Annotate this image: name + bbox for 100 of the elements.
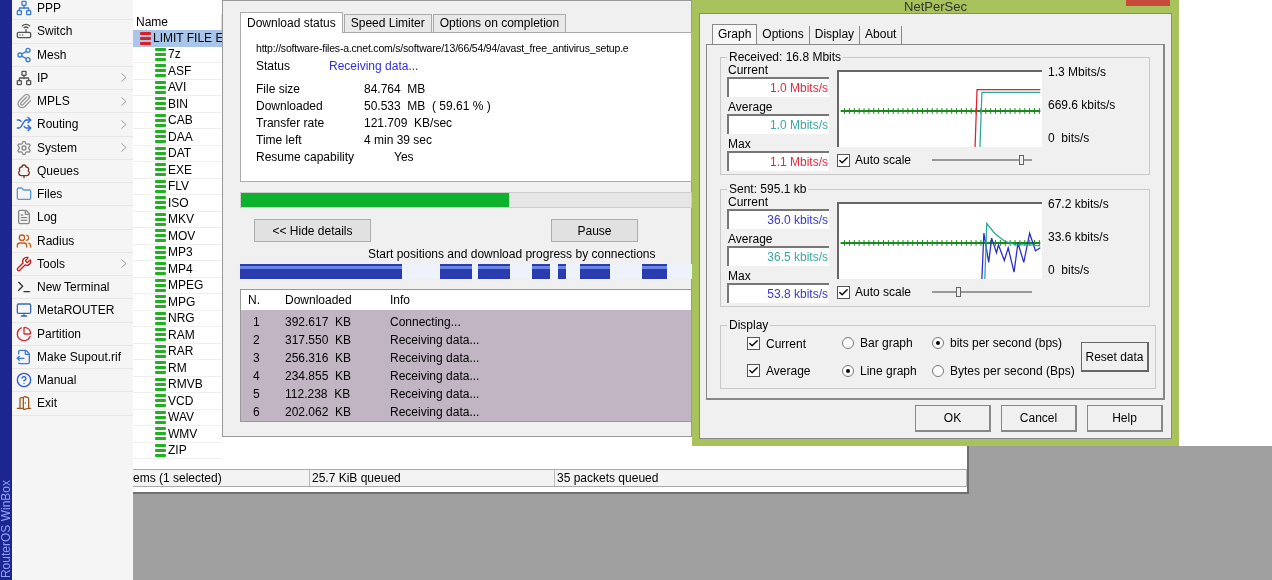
radio-label: Bytes per second (Bps) [950, 363, 1075, 380]
tree-row[interactable]: ZIP [133, 442, 222, 459]
checkbox[interactable] [837, 285, 850, 299]
field-value: Yes [393, 149, 414, 166]
monitor-icon [16, 302, 32, 319]
stat-label: Current [727, 196, 769, 209]
table-cell-text: Connecting... [389, 314, 461, 331]
tab[interactable]: Speed Limiter [343, 14, 432, 32]
menu-item[interactable]: MPLS [12, 90, 133, 114]
gear-icon [16, 139, 32, 156]
tree-row[interactable]: WAV [133, 409, 222, 426]
reset-data-button[interactable]: Reset data [1081, 342, 1149, 372]
radio-button[interactable] [842, 337, 854, 349]
checkbox[interactable] [747, 364, 760, 377]
stat-field: 36.0 kbits/s [727, 209, 829, 229]
tree-row[interactable]: FLV [133, 178, 222, 195]
tree-row[interactable]: ISO [133, 195, 222, 212]
tree-row[interactable]: 7z [133, 46, 222, 63]
tree-row[interactable]: ASF [133, 63, 222, 80]
tab[interactable]: Download status [240, 12, 343, 33]
field-label: Resume capability [256, 149, 356, 166]
tree-row[interactable]: DAT [133, 145, 222, 162]
shuffle-icon [16, 116, 32, 133]
tree-row[interactable]: EXE [133, 162, 222, 179]
tree-row[interactable]: MOV [133, 228, 222, 245]
group-title: Display [728, 319, 770, 332]
checkbox-label: Current [766, 335, 806, 353]
checkbox[interactable] [837, 153, 850, 167]
tree-row[interactable]: MPG [133, 294, 222, 311]
tab[interactable]: Options on completion [432, 14, 567, 32]
connections-caption: Start positions and download progress by connections [368, 247, 657, 261]
tree-row[interactable]: MP4 [133, 261, 222, 278]
radio-button[interactable] [932, 337, 944, 349]
axis-tick-label: 1.3 Mbits/s [1048, 65, 1108, 79]
stat-field: 1.0 Mbits/s [727, 114, 829, 134]
tree-row[interactable]: AVI [133, 79, 222, 96]
help-icon [16, 372, 32, 389]
dialog-button[interactable]: OK [915, 405, 991, 432]
menu-item[interactable]: System [12, 136, 133, 160]
tab[interactable]: About [860, 26, 903, 44]
column-header[interactable]: N. [241, 291, 280, 309]
menu-item[interactable]: IP [12, 66, 133, 90]
menu-item[interactable]: PPP [12, 0, 133, 21]
tab[interactable]: Display [809, 26, 861, 44]
tree-row[interactable]: MKV [133, 211, 222, 228]
axis-tick-label: 669.6 kbits/s [1048, 98, 1116, 112]
table-cell-text: 5 [252, 386, 261, 403]
stat-field: 36.5 kbits/s [727, 246, 829, 266]
dialog-button[interactable]: << Hide details [254, 219, 371, 242]
dialog-button[interactable]: Cancel [1001, 405, 1077, 432]
slider-track[interactable] [932, 155, 1033, 165]
field-label: Time left [256, 132, 303, 149]
menu-item[interactable]: Routing [12, 113, 133, 137]
table-cell-text: 202.062 KB [284, 404, 353, 421]
tree-row[interactable]: MP3 [133, 244, 222, 261]
tab[interactable]: Graph [712, 24, 758, 44]
axis-tick-label: 0 bits/s [1048, 263, 1091, 277]
axis-tick-label: 67.2 kbits/s [1048, 197, 1109, 211]
radio-button[interactable] [932, 365, 944, 377]
dialog-button[interactable]: Help [1087, 405, 1163, 432]
field-value: 4 min 39 sec [364, 132, 433, 149]
paperclip-icon [16, 93, 32, 110]
table-cell-text: 392.617 KB [284, 314, 353, 331]
switch-icon [16, 23, 32, 40]
dialog-button[interactable]: Pause [551, 219, 638, 242]
stat-field: 53.8 kbits/s [727, 283, 829, 303]
tree-row[interactable]: DAA [133, 129, 222, 146]
door-icon [16, 395, 32, 412]
tree-icon [16, 162, 32, 179]
axis-tick-label: 0 bits/s [1048, 131, 1091, 145]
tree-row[interactable]: RMVB [133, 376, 222, 393]
tab[interactable]: Options [757, 26, 810, 44]
group-title: Received: 16.8 Mbits [728, 51, 843, 64]
tree-row[interactable]: RAM [133, 327, 222, 344]
tree-row[interactable]: VCD [133, 393, 222, 410]
field-value: 84.764 MB [364, 81, 426, 98]
file-icon [16, 348, 32, 365]
column-header[interactable]: Downloaded [280, 291, 386, 309]
slider-track[interactable] [932, 287, 1033, 297]
table-cell-text: 112.238 KB [284, 386, 352, 403]
checkbox-label: Average [766, 362, 811, 380]
checkbox[interactable] [747, 337, 760, 350]
radio-button[interactable] [842, 365, 854, 377]
tree-row[interactable]: MPEG [133, 277, 222, 294]
tree-row[interactable]: BIN [133, 96, 222, 113]
stat-label: Average [727, 233, 774, 246]
field-label: File size [256, 81, 301, 98]
stat-field: 1.0 Mbits/s [727, 77, 829, 97]
slider-thumb[interactable] [956, 287, 962, 297]
column-header[interactable]: Info [386, 291, 410, 309]
status-text: 25.7 KiB queued [310, 470, 555, 486]
tree-row[interactable]: CAB [133, 112, 222, 129]
tree-row[interactable]: WMV [133, 426, 222, 443]
users-icon [16, 232, 32, 249]
table-cell-text: 1 [252, 314, 261, 331]
tree-row[interactable]: RM [133, 360, 222, 377]
tree-row[interactable]: RAR [133, 343, 222, 360]
table-cell-text: Receiving data... [389, 332, 480, 349]
slider-thumb[interactable] [1019, 155, 1025, 165]
tree-row[interactable]: NRG [133, 310, 222, 327]
